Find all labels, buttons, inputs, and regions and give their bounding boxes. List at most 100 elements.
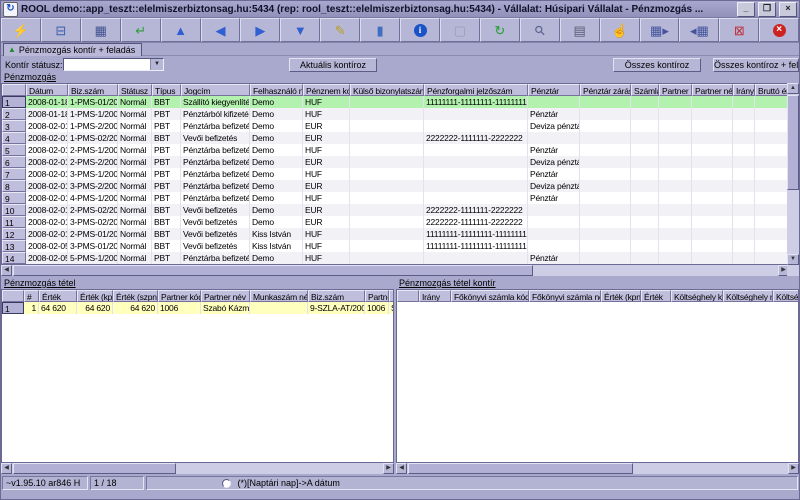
penzmozgas-cell[interactable]: Demo bbox=[250, 204, 303, 216]
penzmozgas-cell[interactable] bbox=[631, 132, 659, 144]
penzmozgas-cell[interactable] bbox=[580, 156, 631, 168]
penzmozgas-cell[interactable] bbox=[733, 180, 755, 192]
info-icon[interactable]: i bbox=[400, 18, 440, 42]
penzmozgas-cell[interactable] bbox=[631, 168, 659, 180]
tetel-column-header[interactable]: Biz.szám bbox=[308, 290, 365, 302]
aktualis-kontiroz-button[interactable]: Aktuális kontíroz bbox=[289, 58, 377, 72]
minimize-button[interactable]: _ bbox=[737, 2, 755, 17]
penzmozgas-cell[interactable] bbox=[350, 252, 424, 264]
penzmozgas-cell[interactable] bbox=[733, 192, 755, 204]
penzmozgas-cell[interactable]: EUR bbox=[303, 180, 350, 192]
penzmozgas-cell[interactable] bbox=[631, 192, 659, 204]
kontir-column-header[interactable]: Költséghely kód bbox=[671, 290, 723, 302]
row-marker[interactable]: 4 bbox=[2, 132, 26, 144]
penzmozgas-cell[interactable] bbox=[733, 204, 755, 216]
save-icon[interactable]: ▦ bbox=[81, 18, 121, 42]
row-marker[interactable]: 1 bbox=[2, 96, 26, 108]
penzmozgas-cell[interactable]: 2008-02-01 bbox=[26, 168, 68, 180]
tetel-column-header[interactable]: Munkaszám név bbox=[250, 290, 308, 302]
penzmozgas-cell[interactable] bbox=[692, 120, 733, 132]
penzmozgas-cell[interactable]: Vevői befizetés bbox=[181, 240, 250, 252]
penzmozgas-cell[interactable] bbox=[631, 108, 659, 120]
tetel-cell[interactable]: 64 620 bbox=[113, 302, 158, 314]
penzmozgas-column-header[interactable]: Számla bbox=[631, 84, 659, 96]
kontir-column-header[interactable]: Irány bbox=[419, 290, 451, 302]
row-marker[interactable]: 8 bbox=[2, 180, 26, 192]
open-folder-icon[interactable]: ⊟ bbox=[41, 18, 81, 42]
penzmozgas-cell[interactable]: EUR bbox=[303, 204, 350, 216]
penzmozgas-cell[interactable] bbox=[733, 108, 755, 120]
penzmozgas-cell[interactable]: 11111111-11111111-11111111 bbox=[424, 228, 528, 240]
penzmozgas-cell[interactable] bbox=[659, 108, 692, 120]
penzmozgas-cell[interactable]: Pénztárba befizetés bbox=[181, 252, 250, 264]
penzmozgas-cell[interactable]: 1-PMS-1/2008 bbox=[68, 108, 118, 120]
penzmozgas-cell[interactable] bbox=[692, 180, 733, 192]
penzmozgas-cell[interactable] bbox=[580, 132, 631, 144]
vscroll-thumb[interactable] bbox=[787, 95, 799, 190]
kontir-statusz-combo[interactable]: ▼ bbox=[63, 58, 164, 71]
penzmozgas-cell[interactable] bbox=[528, 132, 580, 144]
penzmozgas-column-header[interactable]: Irány bbox=[733, 84, 755, 96]
tetel-column-header[interactable]: Érték bbox=[39, 290, 77, 302]
tetel-column-header[interactable]: Partner bbox=[365, 290, 389, 302]
scroll-up-icon[interactable]: ▲ bbox=[787, 83, 799, 94]
penzmozgas-row[interactable]: 142008-02-055-PMS-1/2008NormálPBTPénztár… bbox=[2, 252, 788, 264]
close-button[interactable]: × bbox=[779, 2, 797, 17]
penzmozgas-cell[interactable]: HUF bbox=[303, 108, 350, 120]
penzmozgas-cell[interactable]: 2-PMS-1/2008 bbox=[68, 144, 118, 156]
penzmozgas-cell[interactable] bbox=[692, 216, 733, 228]
penzmozgas-cell[interactable] bbox=[631, 180, 659, 192]
tetel-hscrollbar[interactable]: ◀ ▶ bbox=[1, 463, 394, 474]
row-marker[interactable]: 7 bbox=[2, 168, 26, 180]
penzmozgas-cell[interactable] bbox=[692, 132, 733, 144]
penzmozgas-cell[interactable]: Deviza pénztár bbox=[528, 120, 580, 132]
kontir-column-header[interactable]: Főkönyvi számla név bbox=[529, 290, 601, 302]
penzmozgas-cell[interactable]: Deviza pénztár bbox=[528, 156, 580, 168]
list-icon[interactable]: ▤ bbox=[560, 18, 600, 42]
return-arrow-icon[interactable]: ↵ bbox=[121, 18, 161, 42]
row-marker[interactable]: 10 bbox=[2, 204, 26, 216]
penzmozgas-cell[interactable] bbox=[528, 216, 580, 228]
penzmozgas-cell[interactable]: PBT bbox=[152, 168, 181, 180]
kontir-column-header[interactable]: Költség bbox=[773, 290, 799, 302]
tetel-cell[interactable]: Szabó Kázmér bbox=[201, 302, 250, 314]
naptari-nap-radio[interactable] bbox=[222, 479, 231, 488]
tetel-column-header[interactable]: # bbox=[24, 290, 39, 302]
penzmozgas-cell[interactable]: Pénztár bbox=[528, 192, 580, 204]
penzmozgas-cell[interactable] bbox=[755, 216, 789, 228]
penzmozgas-cell[interactable] bbox=[659, 228, 692, 240]
row-marker[interactable]: 3 bbox=[2, 120, 26, 132]
hscroll-thumb[interactable] bbox=[13, 265, 533, 276]
penzmozgas-hscrollbar[interactable]: ◀ ▶ bbox=[1, 265, 789, 276]
restore-button[interactable]: ❐ bbox=[758, 2, 776, 17]
penzmozgas-column-header[interactable]: Pénznem kód bbox=[303, 84, 350, 96]
penzmozgas-cell[interactable] bbox=[755, 108, 789, 120]
scroll-down-icon[interactable]: ▼ bbox=[787, 254, 799, 265]
penzmozgas-cell[interactable]: PBT bbox=[152, 108, 181, 120]
penzmozgas-cell[interactable] bbox=[350, 96, 424, 108]
penzmozgas-cell[interactable]: Vevői befizetés bbox=[181, 132, 250, 144]
penzmozgas-cell[interactable]: Kiss István bbox=[250, 240, 303, 252]
penzmozgas-cell[interactable] bbox=[659, 120, 692, 132]
penzmozgas-cell[interactable] bbox=[350, 144, 424, 156]
penzmozgas-cell[interactable] bbox=[733, 240, 755, 252]
penzmozgas-cell[interactable]: PBT bbox=[152, 144, 181, 156]
penzmozgas-row[interactable]: 102008-02-012-PMS-02/2008NormálBBTVevői … bbox=[2, 204, 788, 216]
close-icon[interactable]: × bbox=[759, 18, 799, 42]
chevron-down-icon[interactable]: ▼ bbox=[150, 59, 163, 70]
scroll-right-icon[interactable]: ▶ bbox=[383, 463, 394, 474]
penzmozgas-cell[interactable]: 3-PMS-2/2008 bbox=[68, 180, 118, 192]
exit-icon[interactable]: ⊠ bbox=[719, 18, 759, 42]
penzmozgas-cell[interactable]: Pénztárba befizetés bbox=[181, 156, 250, 168]
penzmozgas-cell[interactable]: 11111111-11111111-11111111 bbox=[424, 240, 528, 252]
penzmozgas-cell[interactable]: Normál bbox=[118, 132, 152, 144]
penzmozgas-cell[interactable]: 5-PMS-1/2008 bbox=[68, 252, 118, 264]
penzmozgas-cell[interactable]: 11111111-11111111-11111111 bbox=[424, 96, 528, 108]
penzmozgas-cell[interactable]: Normál bbox=[118, 96, 152, 108]
penzmozgas-cell[interactable] bbox=[692, 204, 733, 216]
penzmozgas-cell[interactable]: Normál bbox=[118, 180, 152, 192]
penzmozgas-cell[interactable] bbox=[424, 252, 528, 264]
penzmozgas-cell[interactable]: PBT bbox=[152, 120, 181, 132]
table-export-icon[interactable]: ▦▸ bbox=[640, 18, 680, 42]
penzmozgas-cell[interactable]: Pénztár bbox=[528, 108, 580, 120]
